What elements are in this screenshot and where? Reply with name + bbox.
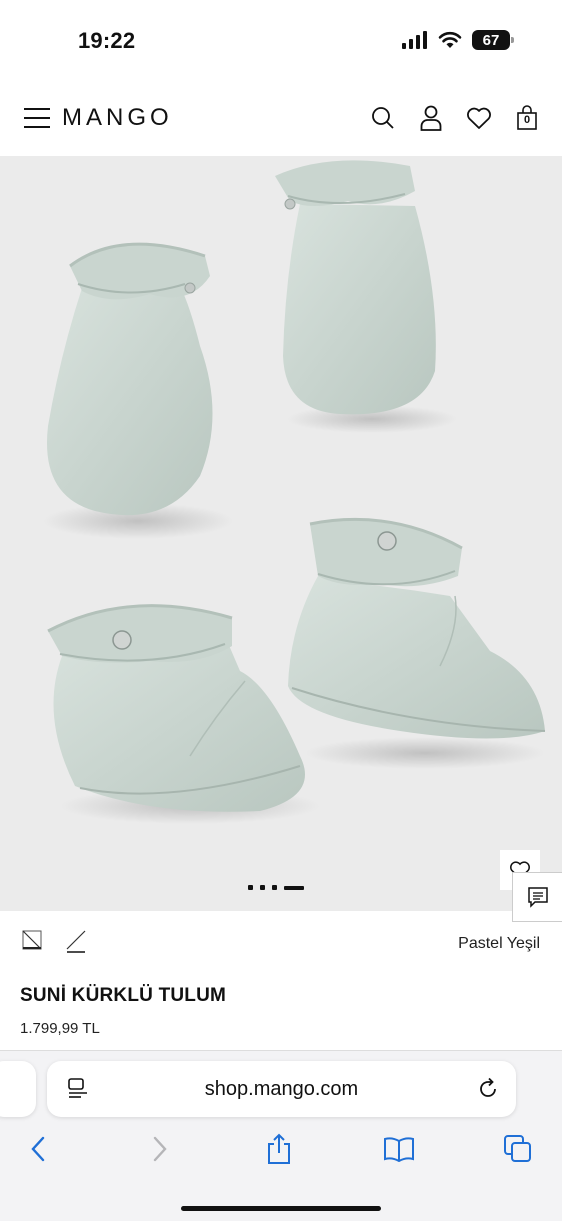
battery-level: 67 <box>482 31 500 49</box>
address-bar[interactable]: shop.mango.com <box>47 1061 516 1117</box>
bookmarks-button[interactable] <box>381 1131 417 1167</box>
browser-toolbar: shop.mango.com <box>0 1050 562 1221</box>
back-button[interactable] <box>20 1131 56 1167</box>
color-swatch-selected[interactable] <box>66 930 86 953</box>
selected-color-label: Pastel Yeşil <box>458 935 540 952</box>
product-image-carousel[interactable] <box>0 156 562 911</box>
tabs-icon <box>504 1135 531 1162</box>
forward-button[interactable] <box>142 1131 178 1167</box>
menu-icon[interactable] <box>24 108 50 128</box>
chat-button[interactable] <box>512 872 562 922</box>
battery-icon: 67 <box>472 30 514 50</box>
bag-count: 0 <box>523 114 531 126</box>
book-icon <box>384 1137 414 1162</box>
signal-icon <box>402 31 427 49</box>
status-time: 19:22 <box>78 28 136 53</box>
wifi-icon <box>438 31 462 48</box>
carousel-indicator[interactable] <box>248 885 304 890</box>
url-text: shop.mango.com <box>204 1077 359 1100</box>
carousel-dot-active[interactable] <box>284 885 304 890</box>
mango-logo[interactable]: MANGO <box>62 104 173 132</box>
previous-tab-peek[interactable] <box>0 1061 36 1117</box>
product-price: 1.799,99 TL <box>20 1020 100 1037</box>
carousel-dot[interactable] <box>248 885 253 890</box>
chat-icon <box>527 887 548 908</box>
status-bar: 19:22 67 <box>0 0 562 80</box>
page-menu-icon[interactable] <box>67 1077 89 1101</box>
shopping-bag-icon[interactable]: 0 <box>514 104 540 132</box>
carousel-dot[interactable] <box>272 885 277 890</box>
account-icon[interactable] <box>418 104 444 132</box>
search-icon[interactable] <box>370 104 396 132</box>
chevron-left-icon <box>31 1136 45 1162</box>
header-actions: 0 <box>370 104 540 132</box>
share-button[interactable] <box>261 1131 297 1167</box>
color-swatch[interactable] <box>22 930 42 950</box>
safari-bottom-toolbar <box>0 1131 562 1171</box>
product-photo <box>0 156 562 911</box>
product-title: SUNİ KÜRKLÜ TULUM <box>20 985 227 1006</box>
status-icons: 67 <box>402 30 514 50</box>
carousel-dot[interactable] <box>260 885 265 890</box>
site-header: MANGO 0 <box>0 80 562 156</box>
tabs-button[interactable] <box>500 1131 536 1167</box>
reload-icon[interactable] <box>476 1077 500 1101</box>
wishlist-icon[interactable] <box>466 104 492 132</box>
home-indicator <box>181 1206 381 1211</box>
share-icon <box>268 1133 290 1164</box>
color-swatches <box>22 930 86 953</box>
chevron-right-icon <box>153 1136 167 1162</box>
